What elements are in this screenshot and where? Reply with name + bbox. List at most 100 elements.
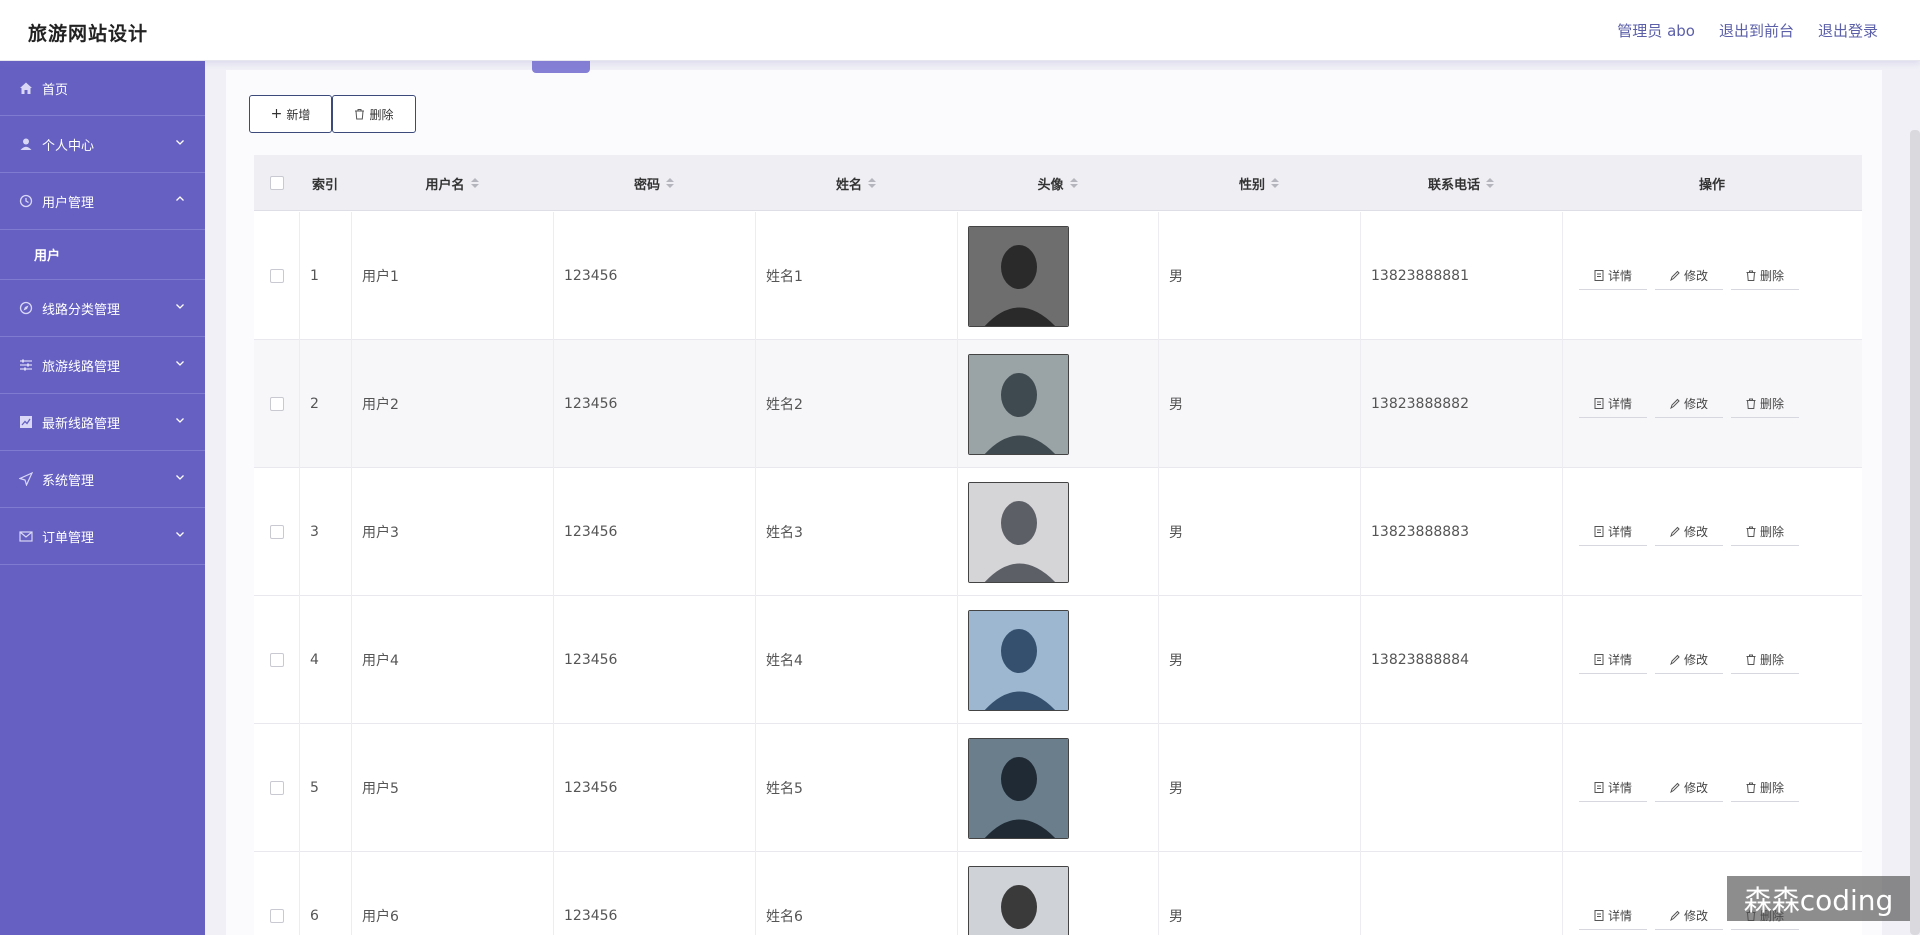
delete-button[interactable]: 删除 [1731, 518, 1800, 546]
cell-phone: 13823888881 [1360, 212, 1562, 340]
cell-username: 用户2 [351, 340, 553, 468]
th-password[interactable]: 密码 [553, 155, 755, 211]
detail-button[interactable]: 详情 [1579, 646, 1648, 674]
row-select[interactable] [254, 852, 299, 935]
sort-icon[interactable] [1271, 178, 1279, 188]
trash-icon [1746, 398, 1756, 409]
row-select[interactable] [254, 340, 299, 468]
add-button[interactable]: + 新增 [249, 95, 332, 133]
trash-icon [355, 109, 365, 120]
cell-phone: 13823888884 [1360, 596, 1562, 724]
row-checkbox[interactable] [269, 269, 284, 283]
detail-button[interactable]: 详情 [1579, 902, 1648, 930]
delete-button[interactable]: 删除 [1731, 646, 1800, 674]
sort-icon[interactable] [1069, 178, 1078, 188]
cell-name: 姓名4 [755, 596, 957, 724]
sidebar-item-label: 个人中心 [42, 138, 95, 154]
delete-button[interactable]: 删除 [1731, 262, 1800, 290]
sidebar-item-latest-route[interactable]: 最新线路管理 [0, 394, 205, 451]
sidebar-item-tour-route[interactable]: 旅游线路管理 [0, 337, 205, 394]
detail-button[interactable]: 详情 [1579, 390, 1648, 418]
row-checkbox[interactable] [269, 909, 284, 923]
row-select[interactable] [254, 212, 299, 340]
search-button-edge[interactable] [532, 61, 590, 73]
table-row: 1 用户1 123456 姓名1 男 13823888881 详情 修改 删除 [254, 212, 1862, 340]
row-select[interactable] [254, 596, 299, 724]
th-avatar[interactable]: 头像 [957, 155, 1158, 211]
sidebar-item-personal-center[interactable]: 个人中心 [0, 116, 205, 173]
sidebar-item-user-management[interactable]: 用户管理 [0, 173, 205, 230]
sidebar-subitem-user[interactable]: 用户 [0, 230, 205, 280]
row-checkbox[interactable] [269, 653, 284, 667]
sort-icon[interactable] [666, 178, 674, 188]
trash-icon [1746, 526, 1756, 537]
table-header: 索引 用户名 密码 姓名 头像 性别 联系电话 操作 [254, 155, 1862, 211]
th-gender[interactable]: 性别 [1158, 155, 1360, 211]
avatar[interactable] [968, 737, 1069, 839]
delete-button[interactable]: 删除 [1731, 774, 1800, 802]
sidebar-item-label: 旅游线路管理 [42, 359, 121, 375]
th-phone[interactable]: 联系电话 [1360, 155, 1562, 211]
table-row: 5 用户5 123456 姓名5 男 详情 修改 删除 [254, 724, 1862, 852]
row-select[interactable] [254, 468, 299, 596]
edit-button[interactable]: 修改 [1655, 902, 1724, 930]
cell-actions: 详情修改删除 [1562, 724, 1862, 852]
edit-button[interactable]: 修改 [1655, 262, 1724, 290]
sidebar-item-home[interactable]: 首页 [0, 61, 205, 116]
avatar[interactable] [968, 865, 1069, 935]
avatar[interactable] [968, 481, 1069, 583]
table-row: 6用户6123456姓名6男详情修改删除 [254, 852, 1862, 935]
sort-icon[interactable] [1486, 178, 1494, 188]
cell-avatar [957, 596, 1158, 724]
exit-to-front-link[interactable]: 退出到前台 [1719, 20, 1794, 41]
detail-button[interactable]: 详情 [1579, 518, 1648, 546]
cell-username: 用户4 [351, 596, 553, 724]
edit-button[interactable]: 修改 [1655, 390, 1724, 418]
chevron-down-icon [176, 532, 184, 537]
cell-index: 3 [299, 468, 351, 596]
th-username[interactable]: 用户名 [351, 155, 553, 211]
pencil-icon [1670, 782, 1680, 793]
cell-password: 123456 [553, 596, 755, 724]
cell-avatar [957, 724, 1158, 852]
pencil-icon [1670, 910, 1680, 921]
cell-password: 123456 [553, 212, 755, 340]
sort-icon[interactable] [470, 178, 479, 188]
edit-button[interactable]: 修改 [1655, 774, 1724, 802]
sort-icon[interactable] [868, 178, 876, 188]
edit-button[interactable]: 修改 [1655, 518, 1724, 546]
sidebar-item-system[interactable]: 系统管理 [0, 451, 205, 508]
detail-button[interactable]: 详情 [1579, 262, 1648, 290]
sliders-icon [18, 357, 34, 373]
detail-button[interactable]: 详情 [1579, 774, 1648, 802]
cell-actions: 详情修改删除 [1562, 468, 1862, 596]
avatar[interactable] [968, 353, 1069, 455]
row-checkbox[interactable] [269, 525, 284, 539]
cell-password: 123456 [553, 852, 755, 935]
sidebar-item-route-category[interactable]: 线路分类管理 [0, 280, 205, 337]
mail-icon [18, 528, 34, 544]
cell-avatar [957, 468, 1158, 596]
compass-icon [18, 300, 34, 316]
row-checkbox[interactable] [269, 397, 284, 411]
avatar[interactable] [968, 609, 1069, 711]
batch-delete-button[interactable]: 删除 [332, 95, 416, 133]
avatar[interactable] [968, 225, 1069, 327]
chevron-up-icon [176, 196, 184, 201]
row-checkbox[interactable] [269, 781, 284, 795]
th-name[interactable]: 姓名 [755, 155, 957, 211]
row-select[interactable] [254, 724, 299, 852]
document-icon [1594, 910, 1604, 921]
delete-button[interactable]: 删除 [1731, 390, 1800, 418]
th-actions: 操作 [1698, 177, 1725, 193]
cell-username: 用户3 [351, 468, 553, 596]
select-all-checkbox[interactable] [269, 176, 284, 190]
vertical-scrollbar[interactable] [1910, 130, 1920, 935]
send-icon [18, 471, 34, 487]
chevron-down-icon [176, 140, 184, 145]
logout-link[interactable]: 退出登录 [1818, 20, 1878, 41]
sidebar-item-orders[interactable]: 订单管理 [0, 508, 205, 565]
header-select-all[interactable] [254, 155, 299, 211]
edit-button[interactable]: 修改 [1655, 646, 1724, 674]
admin-user-link[interactable]: 管理员 abo [1617, 20, 1695, 41]
